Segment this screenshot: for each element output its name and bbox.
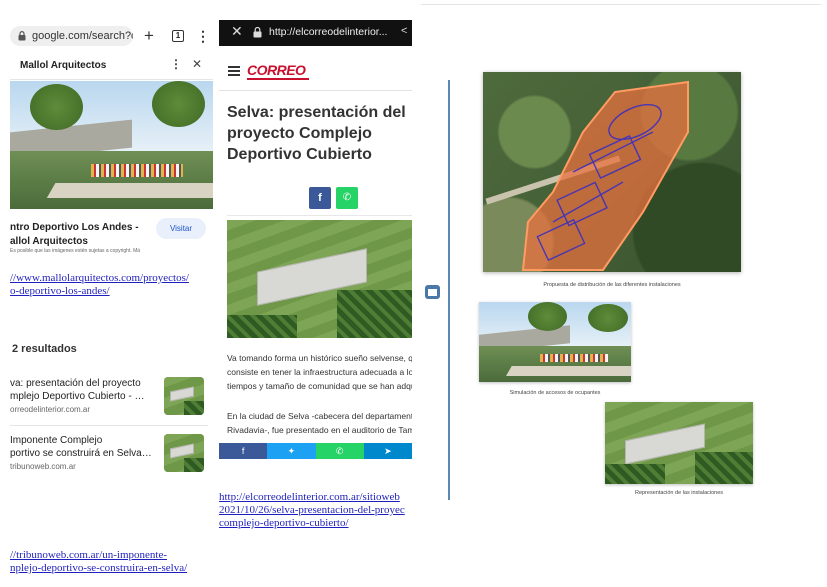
page-url[interactable]: http://elcorreodelinterior... — [269, 26, 387, 38]
telegram-icon[interactable]: ➤ — [363, 443, 412, 459]
share-icon[interactable]: < — [401, 25, 407, 37]
facebook-icon[interactable]: f — [219, 443, 268, 459]
lock-icon — [253, 27, 262, 38]
whatsapp-icon[interactable]: ✆ — [315, 443, 364, 459]
facilities-render-image[interactable] — [605, 402, 753, 484]
article-image[interactable] — [227, 220, 412, 338]
close-tab-icon[interactable]: ✕ — [231, 23, 243, 40]
divider — [227, 215, 412, 216]
site-logo[interactable]: CORREO — [247, 62, 306, 78]
left-browser-panel: google.com/search?q + 1 ⋮ Mallol Arquite… — [0, 0, 218, 587]
aerial-site-plan[interactable] — [483, 72, 741, 272]
results-count: 2 resultados — [12, 343, 77, 355]
article-paragraph: Va tomando forma un histórico sueño selv… — [227, 353, 412, 391]
result-thumbnail — [164, 377, 204, 415]
access-simulation-image[interactable] — [479, 302, 631, 382]
figure-caption: Simulación de accesos de ocupantes — [509, 390, 601, 396]
middle-browser-panel: ✕ http://elcorreodelinterior... < CORREO… — [219, 0, 412, 587]
custom-tab-toolbar: ✕ http://elcorreodelinterior... < — [219, 20, 412, 46]
article-link[interactable]: http://elcorreodelinterior.com.ar/sitiow… — [219, 491, 412, 530]
calendar-icon[interactable] — [425, 285, 440, 299]
copyright-note: Es posible que las imágenes estén sujeta… — [10, 248, 140, 254]
visit-button[interactable]: Visitar — [156, 218, 206, 239]
result-item[interactable]: Imponente Complejo portivo se construirá… — [0, 434, 218, 482]
lock-icon — [18, 31, 26, 41]
result-item[interactable]: va: presentación del proyecto mplejo Dep… — [0, 377, 218, 425]
article-paragraph: En la ciudad de Selva -cabecera del depa… — [227, 411, 412, 435]
close-icon[interactable]: ✕ — [192, 57, 202, 71]
hamburger-menu-icon[interactable] — [228, 66, 240, 76]
preview-image[interactable] — [10, 81, 213, 209]
card-title: Mallol Arquitectos — [20, 60, 107, 71]
more-options-icon[interactable]: ⋮ — [170, 57, 182, 71]
menu-dots-icon[interactable]: ⋮ — [196, 26, 210, 46]
image-title: ntro Deportivo Los Andes - allol Arquite… — [10, 222, 139, 247]
figure-caption: Representación de las instalaciones — [634, 490, 724, 496]
tribuno-link[interactable]: //tribunoweb.com.ar/un-imponente- nplejo… — [10, 549, 216, 575]
source-link[interactable]: //www.mallolarquitectos.com/proyectos/ o… — [10, 272, 216, 298]
share-bar: f ✦ ✆ ➤ — [219, 443, 412, 459]
article-title: Selva: presentación del proyecto Complej… — [227, 104, 406, 163]
logo-underline — [247, 78, 309, 80]
figure-caption: Propuesta de distribución de las diferen… — [543, 282, 681, 288]
image-card-header: Mallol Arquitectos ⋮ ✕ — [10, 52, 213, 80]
divider — [10, 425, 208, 426]
tab-switcher-icon[interactable]: 1 — [172, 30, 184, 42]
whatsapp-share-icon[interactable]: ✆ — [336, 187, 358, 209]
divider — [219, 90, 412, 91]
result-thumbnail — [164, 434, 204, 472]
right-document-panel: Propuesta de distribución de las diferen… — [413, 0, 827, 587]
twitter-icon[interactable]: ✦ — [267, 443, 316, 459]
divider — [421, 4, 821, 5]
new-tab-icon[interactable]: + — [144, 26, 154, 46]
site-overlay — [521, 80, 689, 271]
timeline-line — [448, 80, 450, 500]
facebook-share-icon[interactable]: f — [309, 187, 331, 209]
address-bar[interactable]: google.com/search?q — [10, 26, 133, 46]
browser-toolbar: google.com/search?q + 1 ⋮ — [0, 0, 218, 50]
